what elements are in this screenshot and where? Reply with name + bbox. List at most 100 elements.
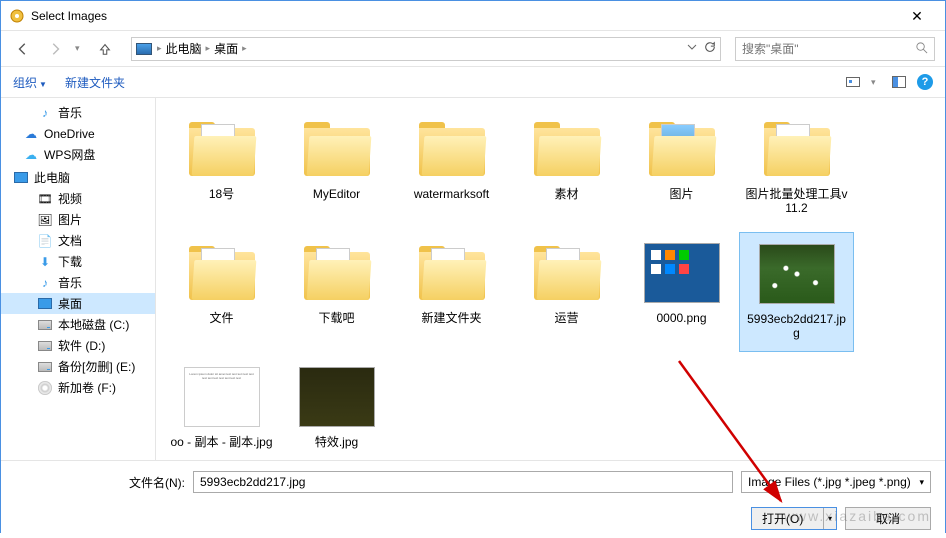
- app-icon: [9, 8, 25, 24]
- file-thumb: Lorem ipsum dolor sit amet text text tex…: [182, 362, 262, 432]
- file-thumb: [412, 238, 492, 308]
- file-label: 5993ecb2dd217.jpg: [740, 312, 853, 340]
- sidebar-item-label: 文档: [58, 232, 82, 249]
- sidebar-item-0[interactable]: ♪音乐: [1, 102, 155, 123]
- sidebar-item-label: 桌面: [58, 295, 82, 312]
- sidebar-item-label: WPS网盘: [44, 146, 95, 163]
- file-label: watermarksoft: [410, 187, 493, 201]
- forward-button[interactable]: [43, 37, 67, 61]
- organize-menu[interactable]: 组织▼: [13, 74, 47, 91]
- file-label: 文件: [205, 311, 237, 325]
- back-button[interactable]: [11, 37, 35, 61]
- cancel-button[interactable]: 取消: [845, 507, 931, 530]
- toolbar: 组织▼ 新建文件夹 ▾ ?: [1, 66, 945, 98]
- file-item-4[interactable]: 图片: [624, 108, 739, 228]
- file-label: 图片批量处理工具v11.2: [739, 187, 854, 215]
- file-item-1[interactable]: MyEditor: [279, 108, 394, 228]
- file-thumb: [297, 362, 377, 432]
- file-thumb: [527, 238, 607, 308]
- sidebar-item-11[interactable]: 软件 (D:): [1, 335, 155, 356]
- main-area: ♪音乐☁OneDrive☁WPS网盘此电脑🎞视频🖼图片📄文档⬇下载♪音乐桌面本地…: [1, 98, 945, 460]
- close-button[interactable]: ✕: [897, 2, 937, 30]
- file-item-11[interactable]: 5993ecb2dd217.jpg: [739, 232, 854, 352]
- file-label: 0000.png: [652, 311, 710, 325]
- open-button[interactable]: 打开(O)▾: [751, 507, 837, 530]
- preview-pane-button[interactable]: [891, 74, 907, 90]
- address-bar[interactable]: ▸ 此电脑 ▸ 桌面 ▸: [131, 37, 721, 61]
- file-thumb: [757, 239, 837, 309]
- search-input[interactable]: [742, 42, 915, 56]
- file-item-13[interactable]: 特效.jpg: [279, 356, 394, 460]
- crumb-pc[interactable]: 此电脑: [163, 40, 205, 57]
- file-item-8[interactable]: 新建文件夹: [394, 232, 509, 352]
- file-label: 运营: [550, 311, 582, 325]
- pc-icon: [136, 43, 152, 55]
- view-dropdown[interactable]: ▾: [871, 77, 881, 88]
- sidebar-item-10[interactable]: 本地磁盘 (C:): [1, 314, 155, 335]
- search-icon[interactable]: [915, 41, 928, 57]
- sidebar-item-label: 音乐: [58, 104, 82, 121]
- file-item-0[interactable]: 18号: [164, 108, 279, 228]
- crumb-desktop[interactable]: 桌面: [211, 40, 241, 57]
- file-label: MyEditor: [309, 187, 364, 201]
- sidebar-item-3[interactable]: 此电脑: [1, 167, 155, 188]
- file-thumb: [642, 238, 722, 308]
- sidebar-item-6[interactable]: 📄文档: [1, 230, 155, 251]
- file-item-9[interactable]: 运营: [509, 232, 624, 352]
- sidebar-item-4[interactable]: 🎞视频: [1, 188, 155, 209]
- file-item-2[interactable]: watermarksoft: [394, 108, 509, 228]
- file-thumb: [642, 114, 722, 184]
- file-item-10[interactable]: 0000.png: [624, 232, 739, 352]
- filetype-filter[interactable]: Image Files (*.jpg *.jpeg *.png) ▾: [741, 471, 931, 493]
- file-thumb: [297, 114, 377, 184]
- refresh-icon[interactable]: [704, 41, 716, 56]
- sidebar-item-label: 软件 (D:): [58, 337, 105, 354]
- file-thumb: [182, 114, 262, 184]
- file-label: 特效.jpg: [311, 435, 362, 449]
- file-thumb: [757, 114, 837, 184]
- sidebar: ♪音乐☁OneDrive☁WPS网盘此电脑🎞视频🖼图片📄文档⬇下载♪音乐桌面本地…: [1, 98, 156, 460]
- up-button[interactable]: [93, 37, 117, 61]
- new-folder-button[interactable]: 新建文件夹: [65, 74, 125, 91]
- sidebar-item-label: 图片: [58, 211, 82, 228]
- help-button[interactable]: ?: [917, 74, 933, 90]
- sidebar-item-label: 备份[勿删] (E:): [58, 358, 135, 375]
- view-icons-button[interactable]: [845, 74, 861, 90]
- sidebar-item-13[interactable]: 新加卷 (F:): [1, 377, 155, 398]
- file-label: 新建文件夹: [417, 311, 485, 325]
- file-thumb: [297, 238, 377, 308]
- sidebar-item-5[interactable]: 🖼图片: [1, 209, 155, 230]
- filename-label: 文件名(N):: [15, 474, 185, 491]
- address-dropdown-icon[interactable]: [686, 41, 698, 56]
- file-item-12[interactable]: Lorem ipsum dolor sit amet text text tex…: [164, 356, 279, 460]
- file-item-6[interactable]: 文件: [164, 232, 279, 352]
- file-label: 下载吧: [314, 311, 358, 325]
- file-item-3[interactable]: 素材: [509, 108, 624, 228]
- sidebar-item-8[interactable]: ♪音乐: [1, 272, 155, 293]
- sidebar-item-label: 音乐: [58, 274, 82, 291]
- sidebar-item-2[interactable]: ☁WPS网盘: [1, 144, 155, 165]
- history-dropdown[interactable]: ▾: [75, 43, 85, 54]
- file-item-5[interactable]: 图片批量处理工具v11.2: [739, 108, 854, 228]
- crumb-sep[interactable]: ▸: [241, 43, 248, 54]
- file-thumb: [182, 238, 262, 308]
- file-item-7[interactable]: 下载吧: [279, 232, 394, 352]
- file-label: oo - 副本 - 副本.jpg: [166, 435, 276, 449]
- sidebar-item-label: OneDrive: [44, 127, 95, 141]
- sidebar-item-label: 视频: [58, 190, 82, 207]
- sidebar-item-12[interactable]: 备份[勿删] (E:): [1, 356, 155, 377]
- file-content: 18号 MyEditor watermarksoft 素材 图片 图片批量处理工具v11.…: [156, 98, 945, 460]
- filename-input[interactable]: [193, 471, 733, 493]
- chevron-down-icon: ▾: [919, 477, 924, 488]
- file-label: 素材: [550, 187, 582, 201]
- sidebar-item-1[interactable]: ☁OneDrive: [1, 123, 155, 144]
- footer: 文件名(N): Image Files (*.jpg *.jpeg *.png)…: [1, 460, 945, 538]
- sidebar-item-label: 下载: [58, 253, 82, 270]
- file-label: 图片: [665, 187, 697, 201]
- sidebar-item-label: 新加卷 (F:): [58, 379, 116, 396]
- window-title: Select Images: [31, 9, 897, 23]
- filter-text: Image Files (*.jpg *.jpeg *.png): [748, 475, 911, 489]
- sidebar-item-9[interactable]: 桌面: [1, 293, 155, 314]
- sidebar-item-7[interactable]: ⬇下载: [1, 251, 155, 272]
- search-box[interactable]: [735, 37, 935, 61]
